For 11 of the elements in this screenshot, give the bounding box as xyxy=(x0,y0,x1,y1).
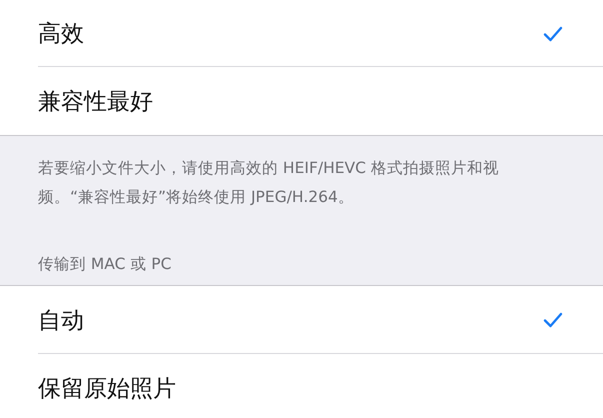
option-row[interactable]: 兼容性最好 xyxy=(0,67,603,135)
option-label: 高效 xyxy=(38,20,84,49)
option-label: 保留原始照片 xyxy=(38,374,176,404)
option-row[interactable]: 保留原始照片 xyxy=(0,354,603,418)
section-footer: 若要缩小文件大小，请使用高效的 HEIF/HEVC 格式拍摄照片和视频。“兼容性最好”将始终使用 JPEG/H.264。 xyxy=(0,136,603,246)
checkmark-icon xyxy=(543,312,563,328)
option-row[interactable]: 高效 xyxy=(0,0,603,67)
option-label: 兼容性最好 xyxy=(38,88,153,116)
checkmark-icon xyxy=(543,26,563,42)
option-row[interactable]: 自动 xyxy=(0,286,603,354)
option-label: 自动 xyxy=(38,306,84,336)
